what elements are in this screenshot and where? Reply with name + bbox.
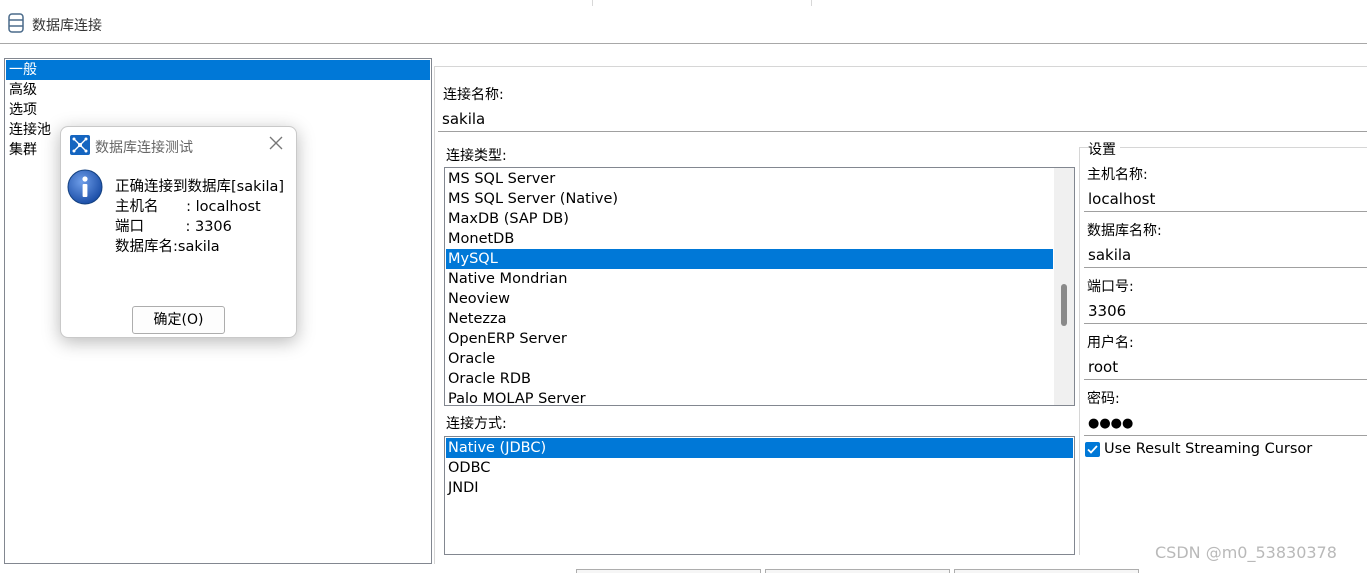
- window-title: 数据库连接: [32, 18, 102, 34]
- database-input[interactable]: sakila: [1084, 243, 1367, 268]
- category-item-general[interactable]: 一般: [6, 60, 430, 80]
- watermark: CSDN @m0_53830378: [1155, 543, 1337, 562]
- app-icon: [70, 135, 90, 155]
- type-item[interactable]: Native Mondrian: [446, 269, 1053, 289]
- dialog-title: 数据库连接测试: [95, 140, 193, 156]
- info-icon: [67, 169, 103, 205]
- bottom-button[interactable]: [576, 569, 761, 573]
- type-item[interactable]: Netezza: [446, 309, 1053, 329]
- type-item[interactable]: Oracle: [446, 349, 1053, 369]
- bottom-button[interactable]: [765, 569, 950, 573]
- dialog-message-line: 正确连接到数据库[sakila]: [115, 179, 285, 195]
- dialog-message-line: 数据库名:sakila: [115, 239, 220, 255]
- connection-name-label: 连接名称:: [443, 87, 504, 103]
- streaming-cursor-checkbox[interactable]: [1085, 442, 1100, 457]
- checkmark-icon: [1087, 445, 1098, 454]
- password-input[interactable]: ●●●●: [1084, 411, 1367, 436]
- database-label: 数据库名称:: [1087, 223, 1162, 239]
- ok-button[interactable]: 确定(O): [132, 306, 225, 334]
- connection-name-input[interactable]: sakila: [438, 107, 1367, 132]
- host-label: 主机名称:: [1087, 167, 1148, 183]
- type-list-scrollbar[interactable]: [1054, 168, 1074, 405]
- port-input[interactable]: 3306: [1084, 299, 1367, 324]
- type-item[interactable]: MS SQL Server: [446, 169, 1053, 189]
- access-method-label: 连接方式:: [446, 416, 507, 432]
- dialog-message-line: 端口 : 3306: [115, 219, 232, 235]
- type-item[interactable]: Palo MOLAP Server: [446, 389, 1053, 405]
- access-item-selected[interactable]: Native (JDBC): [446, 438, 1073, 458]
- category-item-options[interactable]: 选项: [6, 100, 430, 120]
- connection-type-label: 连接类型:: [446, 148, 507, 164]
- background-window-edge: [592, 0, 812, 6]
- type-item[interactable]: MS SQL Server (Native): [446, 189, 1053, 209]
- type-item[interactable]: Neoview: [446, 289, 1053, 309]
- settings-group-label: 设置: [1088, 139, 1120, 159]
- host-input[interactable]: localhost: [1084, 187, 1367, 212]
- database-icon: [8, 13, 24, 33]
- close-icon[interactable]: [266, 133, 286, 153]
- connection-type-list[interactable]: MS SQL Server MS SQL Server (Native) Max…: [444, 167, 1075, 406]
- category-item-advanced[interactable]: 高级: [6, 80, 430, 100]
- type-item[interactable]: MonetDB: [446, 229, 1053, 249]
- window-titlebar: 数据库连接: [0, 0, 1367, 44]
- user-input[interactable]: root: [1084, 355, 1367, 380]
- scrollbar-thumb[interactable]: [1061, 284, 1067, 326]
- bottom-button[interactable]: [954, 569, 1139, 573]
- access-item[interactable]: JNDI: [446, 478, 1073, 498]
- access-item[interactable]: ODBC: [446, 458, 1073, 478]
- type-item-selected[interactable]: MySQL: [446, 249, 1053, 269]
- type-item[interactable]: MaxDB (SAP DB): [446, 209, 1053, 229]
- password-label: 密码:: [1087, 391, 1120, 407]
- streaming-cursor-label: Use Result Streaming Cursor: [1104, 441, 1313, 457]
- type-item[interactable]: Oracle RDB: [446, 369, 1053, 389]
- user-label: 用户名:: [1087, 335, 1134, 351]
- access-method-list[interactable]: Native (JDBC) ODBC JNDI: [444, 436, 1075, 555]
- port-label: 端口号:: [1087, 279, 1134, 295]
- dialog-message-line: 主机名 : localhost: [115, 199, 261, 215]
- type-item[interactable]: OpenERP Server: [446, 329, 1053, 349]
- connection-test-dialog: 数据库连接测试 正确连接到数据库[sakila] 主机名 : localhost…: [60, 126, 297, 338]
